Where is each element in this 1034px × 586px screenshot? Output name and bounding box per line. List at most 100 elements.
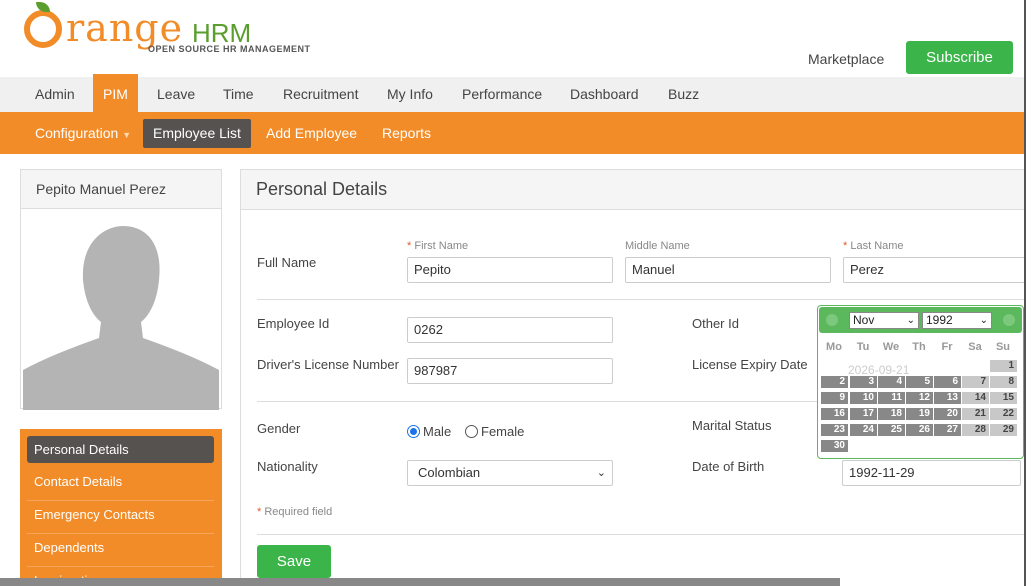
logo-subtitle: OPEN SOURCE HR MANAGEMENT bbox=[148, 44, 311, 54]
profile-name: Pepito Manuel Perez bbox=[21, 170, 221, 209]
gender-male-label: Male bbox=[423, 424, 452, 439]
first-name-label: * First Name bbox=[407, 240, 469, 252]
datepicker-header: Nov ⌄ 1992 ⌄ bbox=[819, 307, 1022, 333]
license-expiry-label: License Expiry Date bbox=[692, 357, 808, 372]
required-note: * Required field bbox=[257, 506, 333, 518]
other-id-label: Other Id bbox=[692, 316, 739, 331]
year-value: 1992 bbox=[926, 313, 953, 327]
dob-label: Date of Birth bbox=[692, 459, 765, 474]
dob-input[interactable]: 1992-11-29 bbox=[842, 460, 1021, 486]
subscribe-button[interactable]: Subscribe bbox=[906, 41, 1013, 74]
nav-pim[interactable]: PIM bbox=[93, 74, 138, 112]
weekday-header: Tu bbox=[856, 341, 870, 353]
calendar-day[interactable]: 9 bbox=[821, 392, 848, 404]
sidemenu-contact-details[interactable]: Contact Details bbox=[27, 468, 214, 501]
subnav-configuration-label: Configuration bbox=[35, 125, 119, 141]
month-value: Nov bbox=[853, 313, 875, 327]
gender-male-radio[interactable] bbox=[407, 425, 420, 438]
calendar-day[interactable]: 2 bbox=[821, 376, 848, 388]
calendar-day[interactable]: 14 bbox=[962, 392, 989, 404]
sidemenu-emergency-contacts[interactable]: Emergency Contacts bbox=[27, 501, 214, 534]
gender-female-radio[interactable] bbox=[465, 425, 478, 438]
main-nav: Admin PIM Leave Time Recruitment My Info… bbox=[0, 74, 1024, 112]
calendar-day[interactable]: 19 bbox=[906, 408, 933, 420]
sub-nav: Configuration ▼ Employee List Add Employe… bbox=[0, 112, 1024, 154]
sidemenu-dependents[interactable]: Dependents bbox=[27, 534, 214, 567]
license-number-input[interactable]: 987987 bbox=[407, 358, 613, 384]
subnav-configuration[interactable]: Configuration ▼ bbox=[35, 112, 131, 154]
calendar-day[interactable]: 25 bbox=[878, 424, 905, 436]
calendar-day[interactable]: 24 bbox=[850, 424, 877, 436]
calendar-day[interactable]: 26 bbox=[906, 424, 933, 436]
calendar-day[interactable]: 13 bbox=[934, 392, 961, 404]
datepicker-popup: Nov ⌄ 1992 ⌄ 2026-09-21 Mo Tu We Th Fr Sa Su 1 2 3 4… bbox=[817, 305, 1024, 459]
nationality-select[interactable]: Colombian ⌄ bbox=[407, 460, 613, 486]
weekday-header: Su bbox=[995, 341, 1011, 353]
calendar-day[interactable]: 16 bbox=[821, 408, 848, 420]
nav-time[interactable]: Time bbox=[223, 77, 254, 112]
calendar-day[interactable]: 29 bbox=[990, 424, 1017, 436]
calendar-day[interactable]: 28 bbox=[962, 424, 989, 436]
nav-recruitment[interactable]: Recruitment bbox=[283, 77, 358, 112]
employee-id-input[interactable]: 0262 bbox=[407, 317, 613, 343]
nav-leave[interactable]: Leave bbox=[157, 77, 195, 112]
subnav-employee-list[interactable]: Employee List bbox=[143, 119, 251, 148]
marital-status-label: Marital Status bbox=[692, 418, 772, 433]
marketplace-link[interactable]: Marketplace bbox=[808, 51, 884, 67]
window-edge bbox=[1024, 0, 1026, 586]
header: range HRM OPEN SOURCE HR MANAGEMENT Mark… bbox=[0, 0, 1024, 77]
calendar-day[interactable]: 20 bbox=[934, 408, 961, 420]
calendar-day[interactable]: 11 bbox=[878, 392, 905, 404]
gender-label: Gender bbox=[257, 421, 301, 436]
calendar-day[interactable]: 27 bbox=[934, 424, 961, 436]
calendar-day[interactable]: 7 bbox=[962, 376, 989, 388]
sidemenu-personal-details[interactable]: Personal Details bbox=[27, 436, 214, 463]
month-select[interactable]: Nov ⌄ bbox=[849, 312, 919, 329]
calendar-day[interactable]: 23 bbox=[821, 424, 848, 436]
calendar-day[interactable]: 4 bbox=[878, 376, 905, 388]
divider bbox=[257, 299, 1034, 300]
subnav-reports[interactable]: Reports bbox=[382, 112, 431, 154]
middle-name-label: Middle Name bbox=[625, 240, 690, 252]
nav-my-info[interactable]: My Info bbox=[387, 77, 433, 112]
calendar-day[interactable]: 8 bbox=[990, 376, 1017, 388]
nav-dashboard[interactable]: Dashboard bbox=[570, 77, 639, 112]
side-menu: Personal Details Contact Details Emergen… bbox=[20, 429, 222, 586]
calendar-day[interactable]: 1 bbox=[990, 360, 1017, 372]
calendar-day[interactable]: 21 bbox=[962, 408, 989, 420]
caret-down-icon: ▼ bbox=[122, 130, 132, 140]
chevron-down-icon: ⌄ bbox=[906, 315, 915, 326]
year-select[interactable]: 1992 ⌄ bbox=[922, 312, 992, 329]
calendar-day[interactable]: 15 bbox=[990, 392, 1017, 404]
middle-name-input[interactable]: Manuel bbox=[625, 257, 831, 283]
prev-month-icon[interactable] bbox=[826, 314, 838, 326]
weekday-header: Sa bbox=[968, 341, 982, 353]
calendar-day[interactable]: 30 bbox=[821, 440, 848, 452]
calendar-day[interactable]: 22 bbox=[990, 408, 1017, 420]
calendar-day[interactable]: 12 bbox=[906, 392, 933, 404]
horizontal-scrollbar[interactable] bbox=[0, 578, 840, 586]
chevron-down-icon: ⌄ bbox=[979, 315, 988, 326]
nav-admin[interactable]: Admin bbox=[35, 77, 75, 112]
avatar-placeholder-icon[interactable] bbox=[21, 210, 221, 410]
calendar-day[interactable]: 3 bbox=[850, 376, 877, 388]
last-name-label: * Last Name bbox=[843, 240, 904, 252]
next-month-icon[interactable] bbox=[1003, 314, 1015, 326]
save-button[interactable]: Save bbox=[257, 545, 331, 578]
orangehrm-logo[interactable]: range HRM OPEN SOURCE HR MANAGEMENT bbox=[24, 2, 314, 54]
license-number-label: Driver's License Number bbox=[257, 357, 399, 372]
calendar-day[interactable]: 10 bbox=[850, 392, 877, 404]
divider bbox=[257, 534, 1034, 535]
first-name-input[interactable]: Pepito bbox=[407, 257, 613, 283]
full-name-label: Full Name bbox=[257, 255, 317, 270]
chevron-down-icon: ⌄ bbox=[596, 467, 606, 479]
weekday-header: We bbox=[882, 341, 900, 353]
calendar-day[interactable]: 6 bbox=[934, 376, 961, 388]
last-name-input[interactable]: Perez bbox=[843, 257, 1033, 283]
subnav-add-employee[interactable]: Add Employee bbox=[266, 112, 357, 154]
nav-performance[interactable]: Performance bbox=[462, 77, 542, 112]
calendar-day[interactable]: 5 bbox=[906, 376, 933, 388]
calendar-day[interactable]: 18 bbox=[878, 408, 905, 420]
calendar-day[interactable]: 17 bbox=[850, 408, 877, 420]
nav-buzz[interactable]: Buzz bbox=[668, 77, 699, 112]
